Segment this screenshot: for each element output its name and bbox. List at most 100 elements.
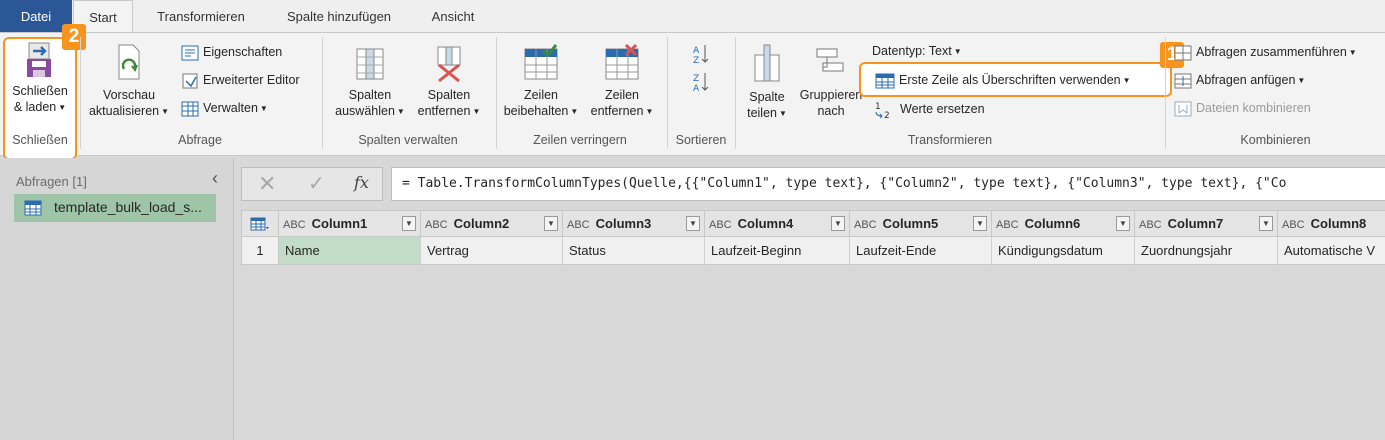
text-type-icon[interactable]: ABC: [996, 219, 1019, 231]
confirm-icon[interactable]: ✓: [308, 171, 325, 196]
text-type-icon[interactable]: ABC: [854, 219, 877, 231]
column-header-label: Column4: [737, 216, 794, 231]
close-load-label-2: & laden: [13, 100, 57, 114]
table-cell[interactable]: Automatische V: [1278, 237, 1385, 265]
query-item[interactable]: template_bulk_load_s...: [14, 194, 216, 222]
formula-bar: ✕ ✓ fx = Table.TransformColumnTypes(Quel…: [241, 167, 1385, 201]
replace-values-button[interactable]: 1 2 Werte ersetzen: [874, 99, 985, 119]
column-header[interactable]: ABC Column2 ▼: [421, 210, 563, 237]
column-header-label: Column3: [595, 216, 652, 231]
manage-button[interactable]: Verwalten ▼: [181, 98, 268, 118]
text-type-icon[interactable]: ABC: [1282, 219, 1305, 231]
chevron-down-icon: ▼: [1348, 47, 1357, 57]
column-header[interactable]: ABC Column1 ▼: [279, 210, 421, 237]
filter-dropdown-icon[interactable]: ▼: [1116, 216, 1130, 231]
cancel-icon[interactable]: ✕: [258, 171, 276, 197]
replace-values-label: Werte ersetzen: [900, 102, 985, 116]
choose-columns-button[interactable]: Spalten auswählen ▼: [328, 43, 412, 120]
refresh-preview-button[interactable]: Vorschau aktualisieren ▼: [84, 43, 174, 120]
table-menu-button[interactable]: [241, 210, 279, 237]
chevron-down-icon: ▼: [645, 106, 654, 116]
filter-dropdown-icon[interactable]: ▼: [1259, 216, 1273, 231]
sort-descending-button[interactable]: ZA: [692, 71, 710, 95]
refresh-preview-label-1: Vorschau: [102, 88, 156, 102]
tab-view[interactable]: Ansicht: [418, 0, 488, 32]
keep-rows-button[interactable]: Zeilen beibehalten ▼: [498, 43, 584, 120]
chevron-down-icon: ▼: [472, 106, 481, 116]
group-label-rows: Zeilen verringern: [533, 133, 627, 147]
table-icon: [181, 101, 199, 117]
keep-rows-label-1: Zeilen: [523, 88, 559, 102]
text-type-icon[interactable]: ABC: [709, 219, 732, 231]
group-separator: [735, 37, 736, 149]
group-separator: [80, 37, 81, 149]
formula-input[interactable]: = Table.TransformColumnTypes(Quelle,{{"C…: [391, 167, 1385, 201]
remove-columns-button[interactable]: Spalten entfernen ▼: [412, 43, 486, 120]
svg-text:2: 2: [884, 111, 890, 119]
queries-header: Abfragen [1]: [16, 174, 87, 189]
chevron-down-icon: ▼: [58, 102, 67, 112]
text-type-icon[interactable]: ABC: [567, 219, 590, 231]
split-column-label-2: teilen: [747, 106, 777, 120]
sort-ascending-icon: AZ: [693, 45, 709, 66]
column-header[interactable]: ABC Column5 ▼: [850, 210, 992, 237]
query-item-label: template_bulk_load_s...: [54, 199, 202, 215]
merge-queries-icon: [1174, 45, 1192, 61]
combine-files-button[interactable]: Dateien kombinieren: [1174, 98, 1311, 118]
chevron-down-icon: ▼: [953, 46, 962, 56]
column-header[interactable]: ABC Column4 ▼: [705, 210, 850, 237]
row-number: 1: [241, 237, 279, 265]
table-cell[interactable]: Kündigungsdatum: [992, 237, 1135, 265]
group-by-button[interactable]: Gruppieren nach: [796, 43, 866, 119]
collapse-pane-icon[interactable]: ‹: [212, 168, 218, 189]
filter-dropdown-icon[interactable]: ▼: [544, 216, 558, 231]
table-header-icon: [875, 73, 895, 89]
close-load-button[interactable]: Schließen & laden ▼: [4, 41, 76, 116]
group-label-transform: Transformieren: [907, 133, 993, 147]
svg-text:A: A: [693, 84, 700, 93]
advanced-editor-icon: [182, 73, 198, 89]
table-cell[interactable]: Vertrag: [421, 237, 563, 265]
svg-text:Z: Z: [693, 56, 699, 65]
filter-dropdown-icon[interactable]: ▼: [831, 216, 845, 231]
datatype-dropdown[interactable]: Datentyp: Text ▼: [872, 41, 962, 61]
column-header[interactable]: ABC Column7 ▼: [1135, 210, 1278, 237]
filter-dropdown-icon[interactable]: ▼: [686, 216, 700, 231]
append-queries-button[interactable]: Abfragen anfügen ▼: [1174, 70, 1305, 90]
text-type-icon[interactable]: ABC: [283, 219, 306, 231]
chevron-down-icon: ▼: [778, 108, 787, 118]
merge-queries-button[interactable]: Abfragen zusammenführen ▼: [1174, 42, 1357, 62]
filter-dropdown-icon[interactable]: ▼: [973, 216, 987, 231]
column-header-label: Column5: [882, 216, 939, 231]
fx-icon[interactable]: fx: [354, 173, 369, 192]
table-cell[interactable]: Name: [279, 237, 421, 265]
properties-button[interactable]: Eigenschaften: [181, 42, 282, 62]
remove-rows-button[interactable]: Zeilen entfernen ▼: [584, 43, 660, 120]
text-type-icon[interactable]: ABC: [1139, 219, 1162, 231]
table-cell[interactable]: Status: [563, 237, 705, 265]
column-header-label: Column7: [1167, 216, 1224, 231]
tab-add-column[interactable]: Spalte hinzufügen: [272, 0, 406, 32]
table-cell[interactable]: Laufzeit-Beginn: [705, 237, 850, 265]
advanced-editor-button[interactable]: Erweiterter Editor: [181, 70, 300, 90]
tab-transform[interactable]: Transformieren: [140, 0, 262, 32]
column-header[interactable]: ABC Column8: [1278, 210, 1385, 237]
split-column-button[interactable]: Spalte teilen ▼: [740, 41, 794, 122]
table-cell[interactable]: Zuordnungsjahr: [1135, 237, 1278, 265]
group-by-icon: [816, 48, 844, 72]
filter-dropdown-icon[interactable]: ▼: [402, 216, 416, 231]
text-type-icon[interactable]: ABC: [425, 219, 448, 231]
svg-text:A: A: [693, 46, 700, 56]
sort-ascending-button[interactable]: AZ: [692, 43, 710, 67]
svg-text:Z: Z: [693, 74, 699, 84]
group-label-combine: Kombinieren: [1240, 133, 1311, 147]
column-header[interactable]: ABC Column3 ▼: [563, 210, 705, 237]
table-cell[interactable]: Laufzeit-Ende: [850, 237, 992, 265]
remove-rows-label-1: Zeilen: [604, 88, 640, 102]
column-header[interactable]: ABC Column6 ▼: [992, 210, 1135, 237]
merge-queries-label: Abfragen zusammenführen: [1196, 45, 1347, 59]
use-first-row-as-headers-button[interactable]: Erste Zeile als Überschriften verwenden ▼: [875, 70, 1131, 90]
refresh-preview-label-2: aktualisieren: [88, 104, 160, 118]
manage-label: Verwalten: [203, 101, 258, 115]
group-label-sort: Sortieren: [675, 133, 727, 147]
